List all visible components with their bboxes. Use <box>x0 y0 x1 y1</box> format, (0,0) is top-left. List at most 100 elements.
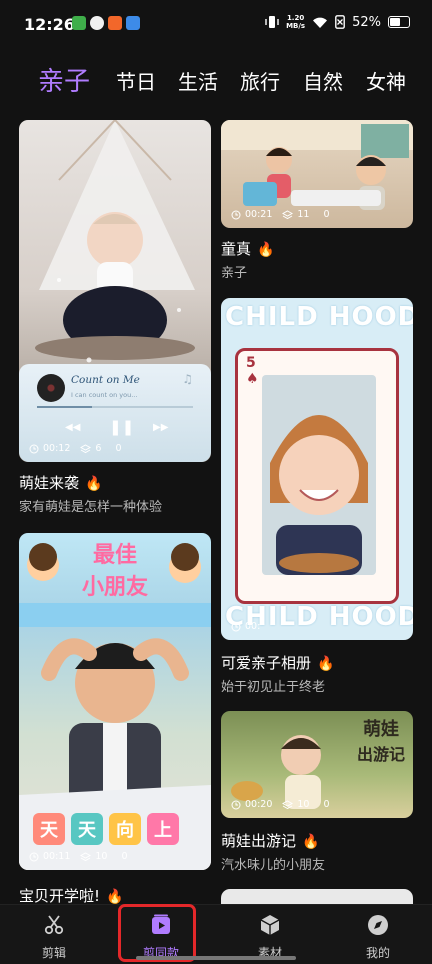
char-tile: 上 <box>147 813 179 845</box>
nav-edit[interactable]: 剪辑 <box>24 913 84 961</box>
spade-icon: ♠ <box>246 371 259 387</box>
layers-icon <box>80 851 92 861</box>
template-title: 萌娃出游记 🔥 <box>221 832 320 850</box>
next-icon: ▶▶ <box>153 422 169 433</box>
template-clips: 11 <box>297 209 310 220</box>
nav-edit-label: 剪辑 <box>41 946 66 960</box>
badge-line2: 出游记 <box>356 745 405 764</box>
battery-icon <box>388 16 410 28</box>
template-clips: 6 <box>95 443 102 454</box>
vibrate-icon <box>265 16 279 28</box>
template-duration: 00:11 <box>43 851 71 862</box>
template-meta: 00:20 10 0 <box>231 799 330 810</box>
template-thumbnail: Count on Me I can count on you... ♫ ◀◀ ❚… <box>19 120 211 462</box>
char-tile: 天 <box>71 813 103 845</box>
home-indicator[interactable] <box>136 956 296 960</box>
pause-icon: ❚❚ <box>109 418 135 436</box>
clock-icon <box>231 210 241 219</box>
layers-icon <box>282 799 294 809</box>
template-meta: 00:21 11 0 <box>231 209 330 220</box>
song-title: Count on Me <box>71 374 140 386</box>
previous-icon: ◀◀ <box>65 422 81 433</box>
category-tabs: 亲子 节日 生活 旅行 自然 女神 <box>0 58 432 102</box>
banner-line2: 小朋友 <box>81 575 148 600</box>
template-card[interactable]: CHILD HOOD 5 ♠ CHILD HOOD 00: 可爱亲子相册 🔥 始于… <box>221 298 413 695</box>
clock-icon <box>231 800 241 809</box>
record-disc-icon <box>37 374 65 402</box>
tab-life[interactable]: 生活 <box>178 66 218 95</box>
template-likes: 0 <box>115 443 122 454</box>
weibo-notification-icon <box>90 16 104 30</box>
cube-icon <box>260 915 280 935</box>
template-likes: 0 <box>323 209 330 220</box>
wifi-icon <box>313 17 328 28</box>
template-thumbnail: 最佳 小朋友 天 天 向 上 00:11 10 0 <box>19 533 211 870</box>
character-tiles: 天 天 向 上 <box>33 813 179 845</box>
hot-fire-icon: 🔥 <box>257 242 275 258</box>
template-meta: 00:11 10 0 <box>29 851 128 862</box>
nav-profile[interactable]: 我的 <box>348 913 408 961</box>
outing-badge: 萌娃 出游记 <box>357 715 405 765</box>
tab-nature[interactable]: 自然 <box>303 66 343 95</box>
template-card[interactable]: 萌娃 出游记 00:20 10 0 萌娃出游记 🔥 汽水味儿的小朋友 <box>221 711 413 873</box>
template-thumbnail: 00:21 11 0 <box>221 120 413 228</box>
battery-percent: 52% <box>352 14 381 30</box>
template-subtitle: 家有萌娃是怎样一种体验 <box>19 500 163 515</box>
app-notification-icon <box>72 16 86 30</box>
layers-icon <box>282 209 294 219</box>
template-card[interactable]: Count on Me I can count on you... ♫ ◀◀ ❚… <box>19 120 211 520</box>
template-title: 宝贝开学啦! 🔥 <box>19 887 124 905</box>
bottom-nav: 剪辑 剪同款 素材 我的 <box>0 904 432 964</box>
status-right: 1.20 MB/s 52% <box>265 14 410 30</box>
status-time: 12:26 <box>24 15 75 34</box>
template-title: 可爱亲子相册 🔥 <box>221 654 335 672</box>
clock-icon <box>29 852 39 861</box>
template-duration: 00:12 <box>43 443 71 454</box>
template-duration: 00:21 <box>245 209 273 220</box>
template-meta: 00:12 6 0 <box>29 443 121 454</box>
tab-festival[interactable]: 节日 <box>116 66 156 95</box>
template-clips: 10 <box>95 851 108 862</box>
sim-off-icon <box>335 15 345 29</box>
playing-card-frame: 5 ♠ <box>235 348 399 604</box>
hot-fire-icon: 🔥 <box>106 889 124 905</box>
card-rank: 5 <box>246 355 256 371</box>
layers-icon <box>80 443 92 453</box>
char-tile: 向 <box>109 813 141 845</box>
network-speed: 1.20 MB/s <box>286 14 306 30</box>
app-notification-icon <box>108 16 122 30</box>
template-card[interactable]: 最佳 小朋友 天 天 向 上 00:11 10 0 宝贝开学啦! 🔥 <box>19 533 211 913</box>
toddler-photo <box>262 375 376 575</box>
template-title: 童真 🔥 <box>221 240 275 258</box>
template-duration: 00:20 <box>245 799 273 810</box>
scissors-icon <box>44 915 64 935</box>
tab-goddess[interactable]: 女神 <box>366 66 406 95</box>
nav-materials[interactable]: 素材 <box>240 913 300 961</box>
nav-profile-label: 我的 <box>365 946 390 960</box>
music-note-icon: ♫ <box>182 372 193 386</box>
profile-icon <box>368 915 388 935</box>
progress-bar <box>37 406 193 408</box>
template-subtitle: 始于初见止于终老 <box>221 680 326 695</box>
hot-fire-icon: 🔥 <box>85 476 103 492</box>
badge-line1: 萌娃 <box>362 719 399 740</box>
tab-parent-child[interactable]: 亲子 <box>38 61 90 98</box>
banner-line1: 最佳 <box>92 543 137 568</box>
template-likes: 0 <box>323 799 330 810</box>
tab-travel[interactable]: 旅行 <box>240 66 280 95</box>
hot-fire-icon: 🔥 <box>302 834 320 850</box>
template-thumbnail: CHILD HOOD 5 ♠ CHILD HOOD 00: <box>221 298 413 640</box>
char-tile: 天 <box>33 813 65 845</box>
clock-icon <box>29 444 39 453</box>
app-notification-icon <box>126 16 140 30</box>
template-likes: 0 <box>121 851 128 862</box>
status-bar: 12:26 1.20 MB/s 52% <box>0 0 432 50</box>
hot-fire-icon: 🔥 <box>317 656 335 672</box>
template-title: 萌娃来袭 🔥 <box>19 474 103 492</box>
template-card[interactable]: 00:21 11 0 童真 🔥 亲子 <box>221 120 413 285</box>
notification-icons <box>72 16 140 30</box>
template-subtitle: 汽水味儿的小朋友 <box>221 858 326 873</box>
template-subtitle: 亲子 <box>221 266 248 281</box>
banner-title: 最佳 小朋友 <box>63 537 167 601</box>
template-duration: 00: <box>245 621 261 632</box>
